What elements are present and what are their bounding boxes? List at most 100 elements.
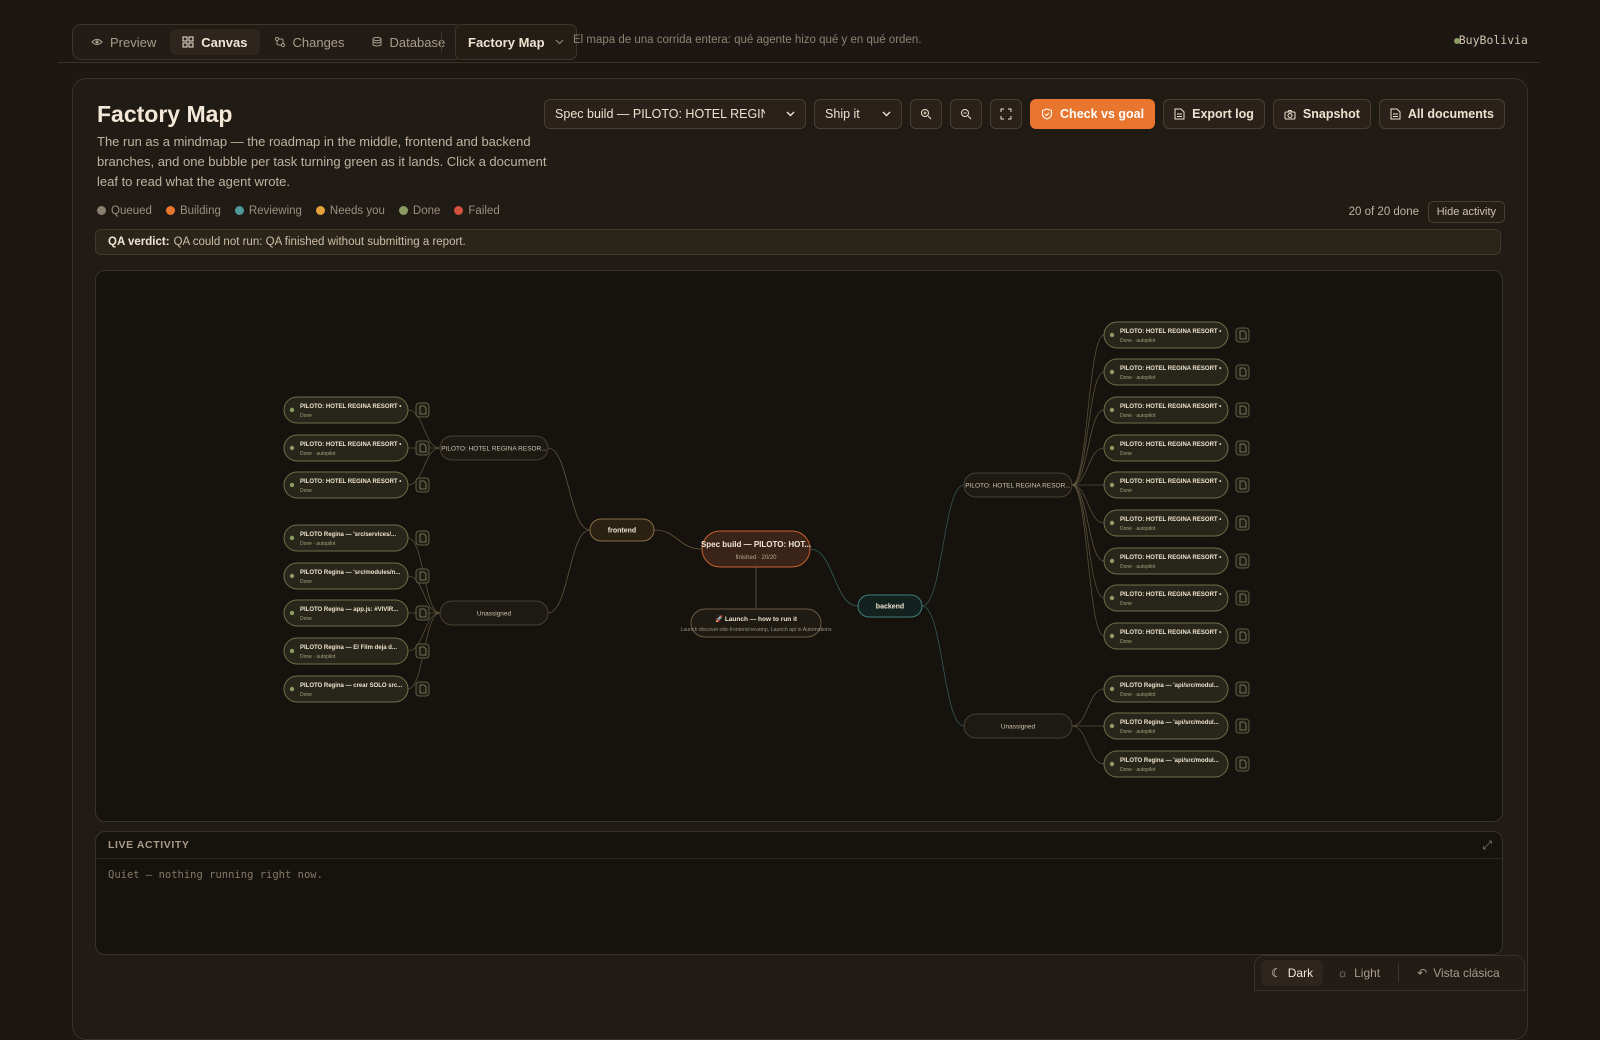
done-status-dot <box>1109 633 1115 639</box>
check-vs-goal-button[interactable]: Check vs goal <box>1030 99 1156 129</box>
backend-node-label: backend <box>876 604 904 611</box>
run-select[interactable]: Spec build — PILOTO: HOTEL REGINA RESORT <box>544 99 807 129</box>
fit-view-button[interactable] <box>990 99 1023 129</box>
task-leaf[interactable] <box>1103 750 1229 778</box>
expand-icon[interactable]: ⤢ <box>1482 838 1492 853</box>
document-icon[interactable] <box>1235 515 1250 531</box>
legend-building: Building <box>165 205 221 217</box>
map-edge <box>1071 484 1105 599</box>
document-icon[interactable] <box>415 477 430 493</box>
task-leaf[interactable] <box>283 562 409 590</box>
mindmap-canvas[interactable]: Spec build — PILOTO: HOT... finished · 20… <box>95 270 1503 822</box>
zoom-in-button[interactable] <box>910 99 943 129</box>
view-subtitle: El mapa de una corrida entera: qué agent… <box>573 34 922 46</box>
document-icon[interactable] <box>415 568 430 584</box>
document-icon[interactable] <box>415 530 430 546</box>
task-leaf-status: Done <box>300 616 312 622</box>
task-leaf[interactable] <box>1103 547 1229 575</box>
moon-icon: ☾ <box>1271 966 1282 980</box>
classic-view-button[interactable]: ↶ Vista clásica <box>1407 960 1510 986</box>
tab-canvas[interactable]: Canvas <box>170 29 260 55</box>
map-edge <box>1071 334 1105 486</box>
zoom-out-button[interactable] <box>950 99 983 129</box>
status-legend: Queued Building Reviewing Needs you Done… <box>97 205 500 217</box>
map-edge <box>1071 484 1105 562</box>
document-icon[interactable] <box>1235 477 1250 493</box>
task-leaf-status: Done <box>300 692 312 698</box>
task-leaf[interactable] <box>1103 434 1229 462</box>
tab-database[interactable]: Database <box>359 29 458 55</box>
zoom-in-icon <box>921 109 932 120</box>
document-icon <box>1390 108 1401 120</box>
theme-dark-label: Dark <box>1287 966 1314 980</box>
task-leaf[interactable] <box>1103 471 1229 499</box>
tab-changes[interactable]: Changes <box>262 29 357 55</box>
group-fe-regina-label: PILOTO: HOTEL REGINA RESOR... <box>441 446 547 453</box>
snapshot-button[interactable]: Snapshot <box>1272 99 1371 129</box>
done-status-dot <box>1109 332 1115 338</box>
theme-light-button[interactable]: ☼ Light <box>1327 960 1390 986</box>
task-leaf[interactable] <box>283 675 409 703</box>
document-icon[interactable] <box>1235 718 1250 734</box>
all-documents-button[interactable]: All documents <box>1378 99 1505 129</box>
legend-queued: Queued <box>97 205 152 217</box>
root-node[interactable] <box>701 530 811 568</box>
launch-node-sub: Launch discover-site-frontend-revamp, La… <box>680 627 832 633</box>
document-icon[interactable] <box>1235 681 1250 697</box>
task-leaf[interactable] <box>283 396 409 424</box>
task-leaf[interactable] <box>1103 358 1229 386</box>
launch-node-label: 🚀 Launch — how to run it <box>715 615 798 623</box>
camera-icon <box>1284 109 1296 119</box>
task-leaf-title: PILOTO: HOTEL REGINA RESORT • <box>1120 479 1221 485</box>
document-icon[interactable] <box>1235 756 1250 772</box>
hide-activity-button[interactable]: Hide activity <box>1427 201 1505 223</box>
task-leaf[interactable] <box>1103 509 1229 537</box>
task-leaf[interactable] <box>1103 584 1229 612</box>
document-icon[interactable] <box>415 605 430 621</box>
mode-select[interactable]: Ship it <box>814 99 903 129</box>
document-icon[interactable] <box>1235 327 1250 343</box>
task-leaf[interactable] <box>1103 622 1229 650</box>
task-leaf-status: Done <box>300 579 312 585</box>
document-icon[interactable] <box>1235 628 1250 644</box>
task-leaf[interactable] <box>1103 712 1229 740</box>
task-leaf-status: Done · autopilot <box>300 541 336 547</box>
map-edge <box>547 447 591 531</box>
user-name[interactable]: BuyBolivia <box>1459 33 1528 47</box>
document-icon[interactable] <box>1235 402 1250 418</box>
live-activity-title: LIVE ACTIVITY <box>96 832 1502 859</box>
document-icon[interactable] <box>1235 553 1250 569</box>
done-status-dot <box>1109 761 1115 767</box>
task-leaf[interactable] <box>283 524 409 552</box>
task-leaf[interactable] <box>283 637 409 665</box>
task-leaf[interactable] <box>283 434 409 462</box>
view-dropdown[interactable]: Factory Map <box>455 24 577 60</box>
theme-dark-button[interactable]: ☾ Dark <box>1261 960 1324 986</box>
document-icon[interactable] <box>415 402 430 418</box>
task-leaf-title: PILOTO: HOTEL REGINA RESORT • <box>1120 630 1221 636</box>
document-icon <box>1174 108 1185 120</box>
task-leaf[interactable] <box>1103 675 1229 703</box>
document-icon[interactable] <box>1235 590 1250 606</box>
tab-preview[interactable]: Preview <box>79 29 168 55</box>
document-icon[interactable] <box>1235 440 1250 456</box>
map-edge <box>547 529 591 614</box>
legend-needs-you: Needs you <box>315 205 385 217</box>
task-leaf-status: Done <box>300 413 312 419</box>
theme-switcher: ☾ Dark ☼ Light ↶ Vista clásica <box>1254 955 1525 991</box>
export-log-button[interactable]: Export log <box>1163 99 1265 129</box>
factory-map-panel: Factory Map The run as a mindmap — the r… <box>72 78 1528 1040</box>
task-leaf[interactable] <box>283 599 409 627</box>
document-icon[interactable] <box>415 440 430 456</box>
task-leaf[interactable] <box>1103 396 1229 424</box>
mindmap-svg[interactable]: Spec build — PILOTO: HOT... finished · 20… <box>96 271 1502 821</box>
document-icon[interactable] <box>415 681 430 697</box>
task-leaf[interactable] <box>1103 321 1229 349</box>
legend-done: Done <box>398 205 440 217</box>
chevron-down-icon <box>555 39 564 45</box>
divider <box>441 32 442 52</box>
document-icon[interactable] <box>415 643 430 659</box>
document-icon[interactable] <box>1235 364 1250 380</box>
task-leaf[interactable] <box>283 471 409 499</box>
task-leaf-title: PILOTO: HOTEL REGINA RESORT • <box>1120 404 1221 410</box>
